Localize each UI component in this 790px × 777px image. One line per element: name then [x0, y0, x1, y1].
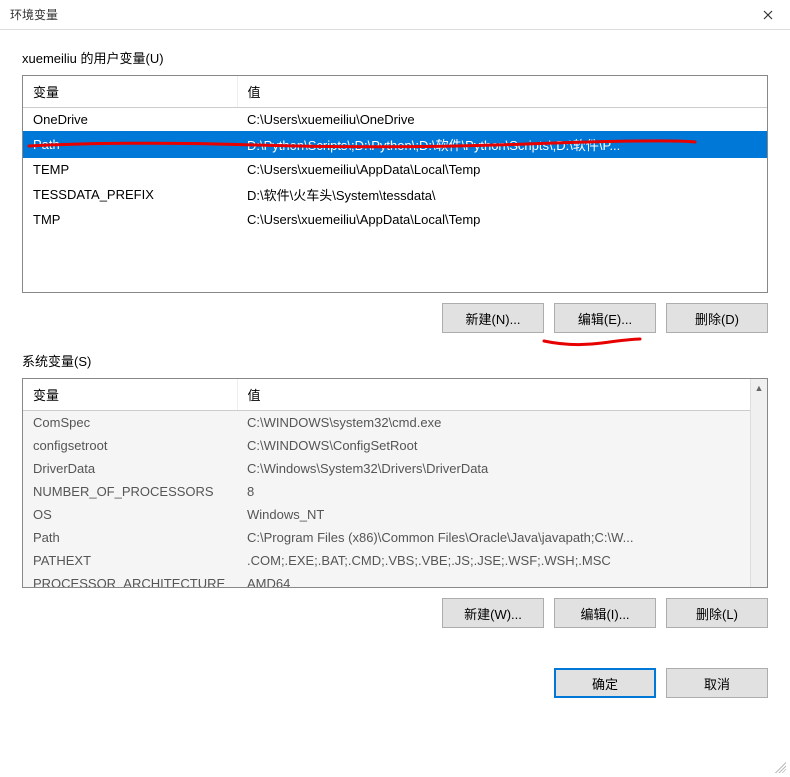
sys-edit-button[interactable]: 编辑(I)... [554, 598, 656, 628]
user-vars-table[interactable]: 变量 值 OneDriveC:\Users\xuemeiliu\OneDrive… [23, 76, 767, 231]
var-value-cell: C:\Users\xuemeiliu\OneDrive [237, 108, 767, 132]
resize-grip-icon[interactable] [772, 759, 786, 773]
var-name-cell: TMP [23, 208, 237, 231]
user-vars-buttons: 新建(N)... 编辑(E)... 删除(D) [22, 303, 768, 333]
var-value-cell: D:\软件\火车头\System\tessdata\ [237, 181, 767, 208]
var-name-cell: OneDrive [23, 108, 237, 132]
user-delete-button[interactable]: 删除(D) [666, 303, 768, 333]
table-row[interactable]: ComSpecC:\WINDOWS\system32\cmd.exe [23, 411, 750, 435]
var-name-cell: Path [23, 526, 237, 549]
titlebar: 环境变量 [0, 0, 790, 30]
var-name-cell: PROCESSOR_ARCHITECTURE [23, 572, 237, 588]
var-value-cell: C:\WINDOWS\ConfigSetRoot [237, 434, 750, 457]
sys-col-variable[interactable]: 变量 [23, 379, 237, 411]
sys-vars-label: 系统变量(S) [22, 351, 768, 370]
table-row[interactable]: PROCESSOR_ARCHITECTUREAMD64 [23, 572, 750, 588]
sys-new-button[interactable]: 新建(W)... [442, 598, 544, 628]
user-col-variable[interactable]: 变量 [23, 76, 237, 108]
window-title: 环境变量 [10, 6, 58, 23]
var-value-cell: AMD64 [237, 572, 750, 588]
var-name-cell: DriverData [23, 457, 237, 480]
table-row[interactable]: DriverDataC:\Windows\System32\Drivers\Dr… [23, 457, 750, 480]
annotation-edit-underline [542, 335, 642, 349]
var-name-cell: NUMBER_OF_PROCESSORS [23, 480, 237, 503]
var-value-cell: C:\WINDOWS\system32\cmd.exe [237, 411, 750, 435]
var-value-cell: C:\Program Files (x86)\Common Files\Orac… [237, 526, 750, 549]
table-row[interactable]: OneDriveC:\Users\xuemeiliu\OneDrive [23, 108, 767, 132]
close-icon [763, 10, 773, 20]
user-vars-label: xuemeiliu 的用户变量(U) [22, 48, 768, 67]
table-row[interactable]: PATHEXT.COM;.EXE;.BAT;.CMD;.VBS;.VBE;.JS… [23, 549, 750, 572]
var-name-cell: OS [23, 503, 237, 526]
close-button[interactable] [745, 0, 790, 30]
table-row[interactable]: configsetrootC:\WINDOWS\ConfigSetRoot [23, 434, 750, 457]
user-vars-group: xuemeiliu 的用户变量(U) 变量 值 OneDriveC:\Users… [22, 48, 768, 333]
var-name-cell: PATHEXT [23, 549, 237, 572]
sys-col-value[interactable]: 值 [237, 379, 750, 411]
var-name-cell: ComSpec [23, 411, 237, 435]
user-edit-button[interactable]: 编辑(E)... [554, 303, 656, 333]
var-value-cell: C:\Users\xuemeiliu\AppData\Local\Temp [237, 158, 767, 181]
sys-vars-table-container: 变量 值 ComSpecC:\WINDOWS\system32\cmd.exec… [22, 378, 768, 588]
table-row[interactable]: PathC:\Program Files (x86)\Common Files\… [23, 526, 750, 549]
user-col-value[interactable]: 值 [237, 76, 767, 108]
table-row[interactable]: TMPC:\Users\xuemeiliu\AppData\Local\Temp [23, 208, 767, 231]
var-value-cell: 8 [237, 480, 750, 503]
sys-vars-buttons: 新建(W)... 编辑(I)... 删除(L) [22, 598, 768, 628]
table-row[interactable]: OSWindows_NT [23, 503, 750, 526]
var-value-cell: .COM;.EXE;.BAT;.CMD;.VBS;.VBE;.JS;.JSE;.… [237, 549, 750, 572]
var-value-cell: Windows_NT [237, 503, 750, 526]
var-name-cell: TESSDATA_PREFIX [23, 181, 237, 208]
var-name-cell: configsetroot [23, 434, 237, 457]
var-name-cell: TEMP [23, 158, 237, 181]
sys-vars-group: 系统变量(S) 变量 值 ComSpecC:\WINDOWS\system32\… [22, 351, 768, 628]
table-row[interactable]: PathD:\Python\Scripts\;D:\Python\;D:\软件\… [23, 131, 767, 158]
table-row[interactable]: TEMPC:\Users\xuemeiliu\AppData\Local\Tem… [23, 158, 767, 181]
var-value-cell: D:\Python\Scripts\;D:\Python\;D:\软件\Pyth… [237, 131, 767, 158]
table-row[interactable]: NUMBER_OF_PROCESSORS8 [23, 480, 750, 503]
user-new-button[interactable]: 新建(N)... [442, 303, 544, 333]
dialog-content: xuemeiliu 的用户变量(U) 变量 值 OneDriveC:\Users… [0, 30, 790, 656]
sys-vars-table[interactable]: 变量 值 ComSpecC:\WINDOWS\system32\cmd.exec… [23, 379, 750, 588]
footer-buttons: 确定 取消 [0, 656, 790, 698]
var-value-cell: C:\Windows\System32\Drivers\DriverData [237, 457, 750, 480]
sys-delete-button[interactable]: 删除(L) [666, 598, 768, 628]
scroll-up-icon[interactable]: ▲ [751, 379, 767, 396]
sys-scrollbar[interactable]: ▲ [750, 379, 767, 587]
table-row[interactable]: TESSDATA_PREFIXD:\软件\火车头\System\tessdata… [23, 181, 767, 208]
var-name-cell: Path [23, 131, 237, 158]
user-vars-table-container: 变量 值 OneDriveC:\Users\xuemeiliu\OneDrive… [22, 75, 768, 293]
var-value-cell: C:\Users\xuemeiliu\AppData\Local\Temp [237, 208, 767, 231]
cancel-button[interactable]: 取消 [666, 668, 768, 698]
ok-button[interactable]: 确定 [554, 668, 656, 698]
